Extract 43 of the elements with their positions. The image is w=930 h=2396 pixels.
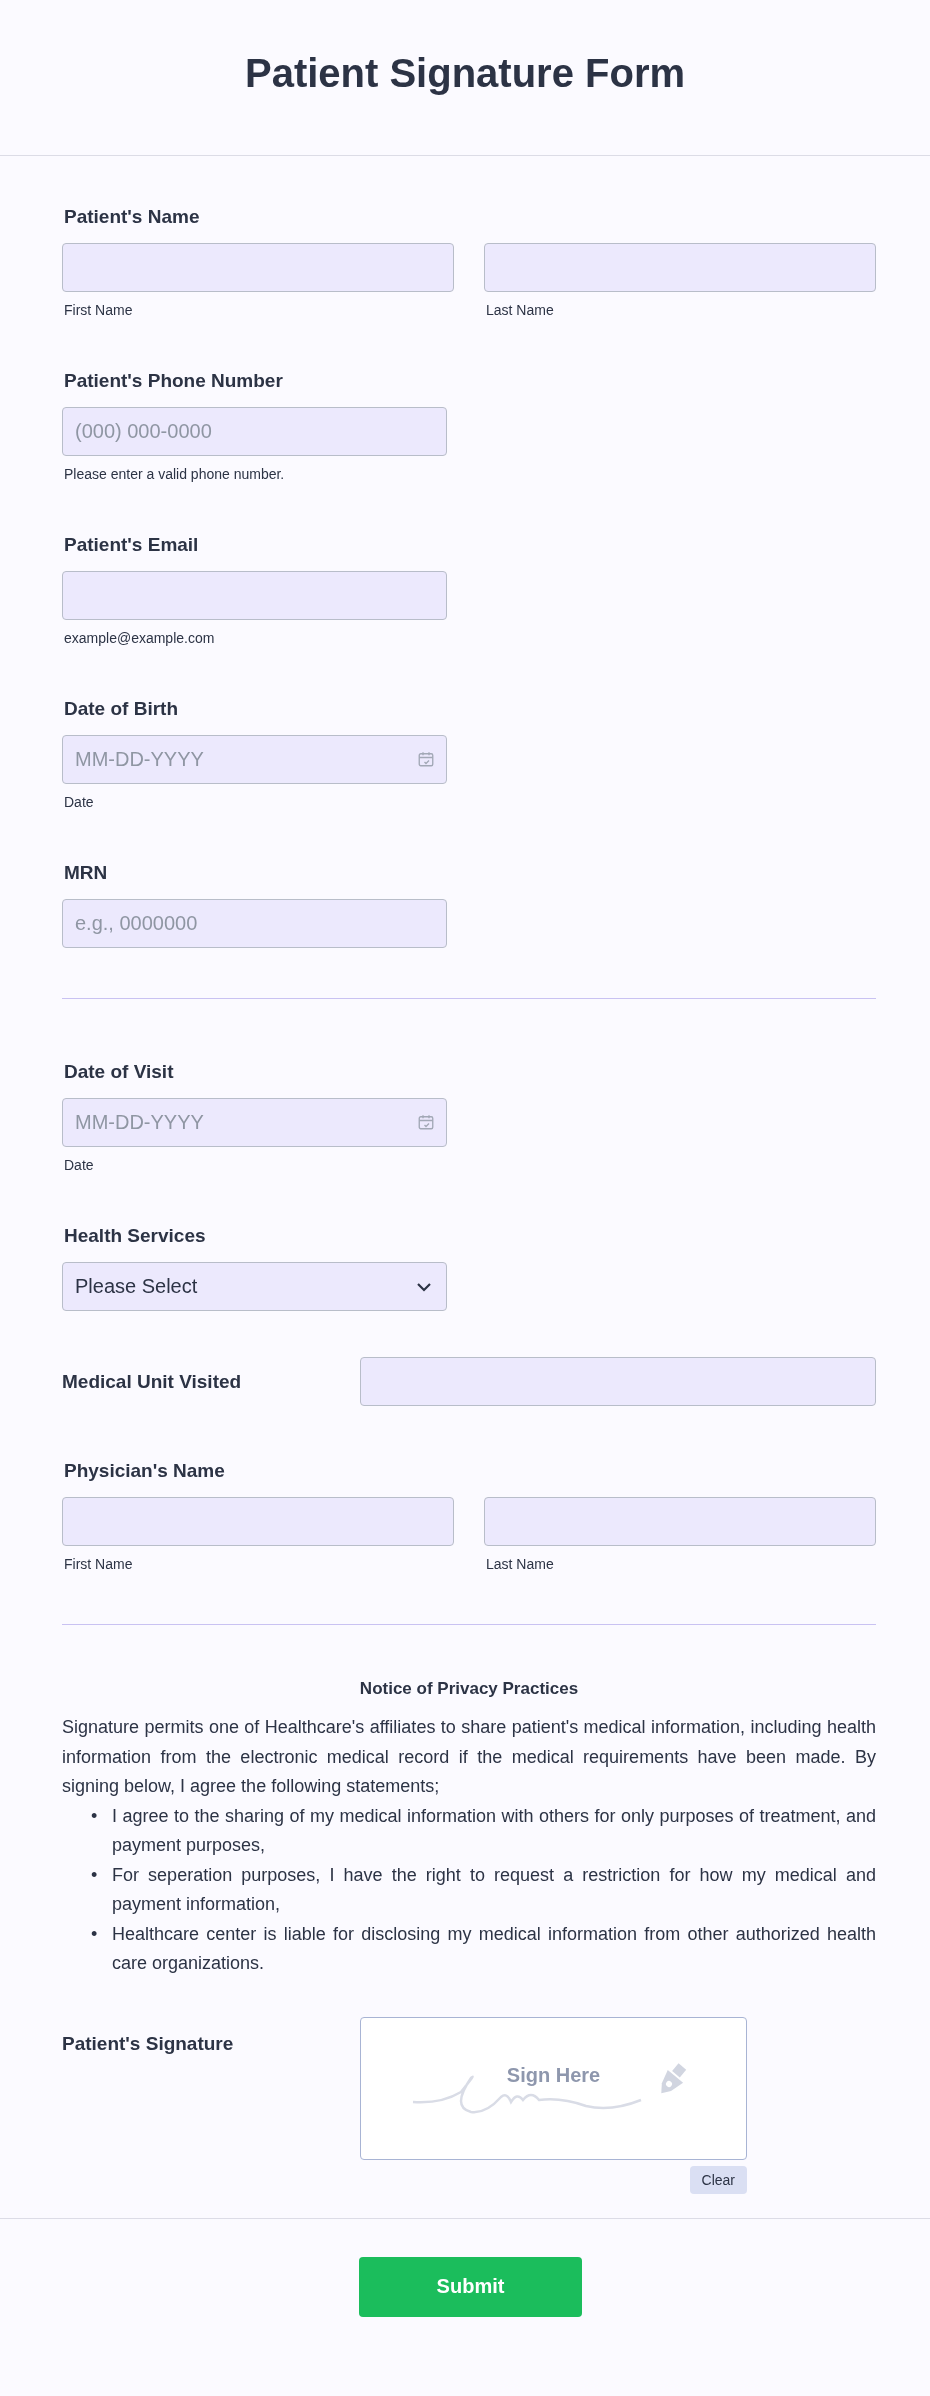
chevron-down-icon [416, 1281, 432, 1292]
form-title: Patient Signature Form [244, 51, 686, 96]
notice-bullet: I agree to the sharing of my medical information with others for only purposes of treatment, and payment purposes, [112, 1804, 876, 1857]
select-dropdown[interactable]: Please Select [62, 1262, 447, 1311]
field-label: MRN [64, 862, 109, 884]
field-label: Patient's Name [64, 206, 201, 228]
field-sublabel: Last Name [486, 1556, 555, 1572]
field-sublabel: Date [64, 1157, 95, 1173]
notice-paragraph: Signature permits one of Healthcare's affiliates to share patient's medical information, including health information from the electronic medical record if the medical requirements have been made. By signing below, I agree the following statements; [62, 1716, 876, 1798]
field-label: Patient's Email [64, 534, 200, 556]
field-label: Medical Unit Visited [62, 1370, 243, 1393]
field-label: Date of Visit [64, 1061, 175, 1083]
notice-bullet: Healthcare center is liable for disclosing my medical information from other authorized health care organizations. [112, 1922, 876, 1975]
bullet-marker: • [91, 1804, 99, 1828]
field-sublabel: Last Name [486, 302, 555, 318]
input-field[interactable] [62, 571, 447, 620]
calendar-icon[interactable] [417, 750, 435, 768]
notice-bullet: For seperation purposes, I have the right to request a restriction for how my medical and payment information, [112, 1863, 876, 1916]
input-field[interactable] [360, 1357, 876, 1406]
field-label: Physician's Name [64, 1460, 226, 1482]
field-label: Patient's Phone Number [64, 370, 284, 392]
input-field[interactable] [484, 1497, 876, 1546]
date-field[interactable]: MM-DD-YYYY [62, 1098, 447, 1147]
input-field[interactable]: e.g., 0000000 [62, 899, 447, 948]
input-field[interactable] [62, 243, 454, 292]
notice-title: Notice of Privacy Practices [358, 1679, 580, 1699]
signature-hint: Sign Here [506, 2063, 601, 2088]
field-sublabel: example@example.com [64, 630, 216, 646]
bullet-marker: • [91, 1863, 99, 1887]
clear-button[interactable]: Clear [689, 2165, 747, 2194]
field-label: Date of Birth [64, 698, 179, 720]
field-label: Patient's Signature [62, 2031, 235, 2056]
input-field[interactable]: (000) 000-0000 [62, 407, 447, 456]
input-field[interactable] [62, 1497, 454, 1546]
input-field[interactable] [484, 243, 876, 292]
calendar-icon[interactable] [417, 1113, 435, 1131]
field-sublabel: First Name [64, 302, 134, 318]
field-sublabel: First Name [64, 1556, 134, 1572]
date-field[interactable]: MM-DD-YYYY [62, 735, 447, 784]
field-sublabel: Date [64, 794, 95, 810]
bullet-marker: • [91, 1922, 99, 1946]
field-sublabel: Please enter a valid phone number. [64, 466, 286, 482]
field-label: Health Services [64, 1225, 207, 1247]
